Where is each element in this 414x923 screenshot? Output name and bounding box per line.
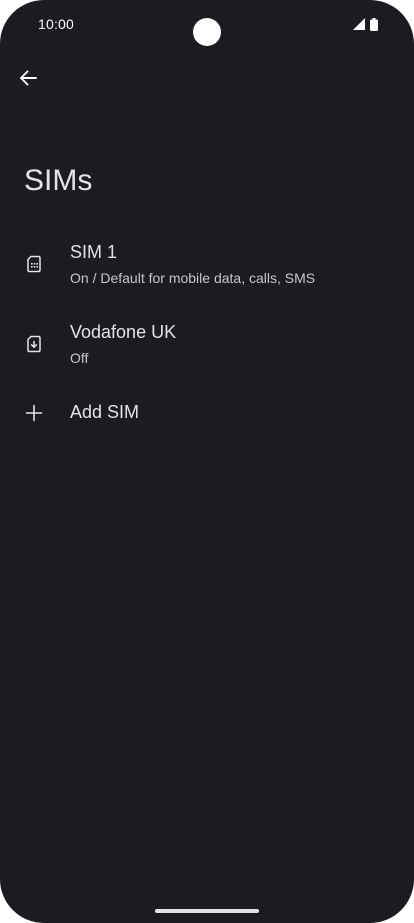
esim-download-icon — [27, 335, 41, 353]
sim-title: Vodafone UK — [70, 322, 177, 342]
sim-status: Off — [70, 350, 89, 366]
home-indicator[interactable] — [155, 909, 259, 913]
sim-list: SIM 1 On / Default for mobile data, call… — [0, 230, 414, 450]
sim-status: On / Default for mobile data, calls, SMS — [70, 270, 316, 286]
signal-icon — [353, 18, 365, 30]
sim-list-item-vodafone-uk[interactable]: Vodafone UK Off — [0, 310, 414, 390]
phone-screen: 10:00 SIMs SIM 1 On / Default for mobile… — [0, 0, 414, 923]
arrow-back-icon — [20, 70, 37, 86]
add-sim-button[interactable]: Add SIM — [0, 390, 414, 450]
battery-icon — [370, 17, 378, 31]
front-camera-cutout — [193, 18, 221, 46]
add-sim-label: Add SIM — [70, 402, 140, 422]
page-title: SIMs — [24, 164, 93, 197]
status-icons — [353, 17, 378, 31]
status-bar: 10:00 — [0, 0, 414, 50]
back-button[interactable] — [12, 62, 44, 94]
plus-icon — [25, 404, 43, 422]
sim-title: SIM 1 — [70, 242, 118, 262]
sim-list-item-sim-1[interactable]: SIM 1 On / Default for mobile data, call… — [0, 230, 414, 310]
status-time: 10:00 — [38, 16, 75, 32]
sim-card-icon — [27, 255, 41, 273]
